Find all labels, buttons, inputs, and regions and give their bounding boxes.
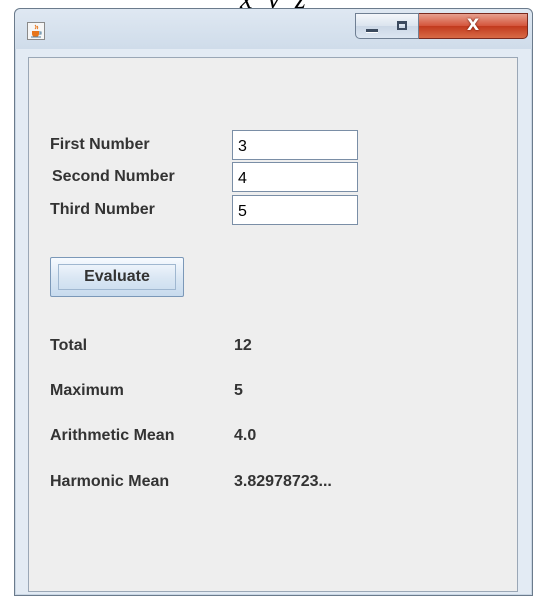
app-window: X First Number Second Number Third Numbe…	[14, 8, 533, 596]
content-panel: First Number Second Number Third Number …	[28, 57, 518, 592]
close-icon: X	[466, 15, 480, 34]
harmonic-mean-value: 3.82978723...	[234, 473, 332, 490]
java-cup-icon[interactable]	[27, 22, 45, 40]
arithmetic-mean-value: 4.0	[234, 427, 257, 444]
maximum-label: Maximum	[50, 382, 124, 399]
first-number-label: First Number	[50, 136, 150, 153]
total-value: 12	[234, 337, 252, 354]
harmonic-mean-label: Harmonic Mean	[50, 473, 170, 490]
third-number-label: Third Number	[50, 201, 155, 218]
maximum-value: 5	[234, 382, 243, 399]
maximize-button[interactable]	[387, 13, 419, 39]
close-button[interactable]: X	[419, 13, 528, 39]
evaluate-button[interactable]: Evaluate	[50, 257, 184, 297]
evaluate-button-label: Evaluate	[84, 268, 150, 285]
second-number-label: Second Number	[52, 168, 175, 185]
minimize-button[interactable]	[355, 13, 388, 39]
total-label: Total	[50, 337, 88, 354]
minimize-icon	[366, 29, 378, 32]
first-number-input[interactable]	[232, 130, 358, 160]
title-bar[interactable]: X	[15, 9, 532, 49]
arithmetic-mean-label: Arithmetic Mean	[50, 427, 175, 444]
maximize-icon	[397, 21, 407, 30]
second-number-input[interactable]	[232, 162, 358, 192]
third-number-input[interactable]	[232, 195, 358, 225]
